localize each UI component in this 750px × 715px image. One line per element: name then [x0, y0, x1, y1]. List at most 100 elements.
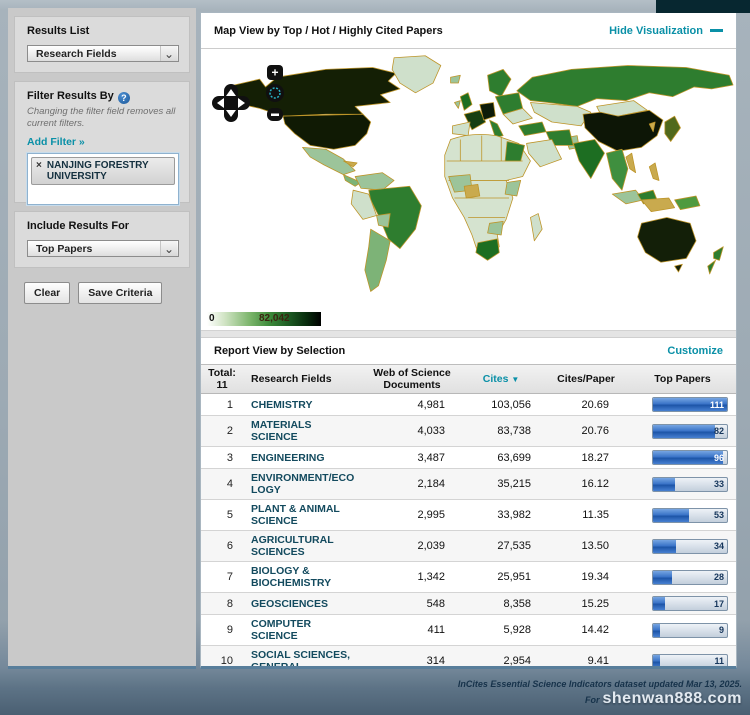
customize-link[interactable]: Customize	[667, 345, 723, 357]
map-region-southern-africa[interactable]	[488, 221, 504, 235]
column-header-top-papers[interactable]: Top Papers	[629, 373, 736, 385]
add-filter-link[interactable]: Add Filter »	[27, 136, 179, 148]
hide-visualization-link[interactable]: Hide Visualization	[609, 25, 723, 37]
zoom-out-icon[interactable]	[271, 114, 279, 117]
top-papers-bar: 96	[652, 450, 728, 465]
remove-filter-icon[interactable]: ×	[36, 160, 42, 171]
map-region-indonesia[interactable]	[641, 198, 674, 212]
row-field-link[interactable]: BIOLOGY & BIOCHEMISTRY	[243, 565, 365, 589]
sidebar: Results List Research Fields ⌄ Filter Re…	[8, 8, 196, 669]
include-results-label: Include Results For	[27, 220, 179, 232]
top-papers-bar-fill	[653, 655, 660, 667]
row-cites-per-paper-value: 9.41	[543, 655, 629, 666]
table-row: 9 COMPUTER SCIENCE 411 5,928 14.42 9	[201, 615, 736, 646]
row-top-papers-cell: 17	[629, 596, 736, 611]
map-pan-control[interactable]	[211, 83, 251, 123]
include-results-section: Include Results For Top Papers ⌄	[14, 211, 190, 268]
divider	[201, 330, 736, 338]
map-region-philippines[interactable]	[649, 163, 659, 181]
row-rank: 8	[201, 598, 243, 610]
map-region-malaysia[interactable]	[612, 190, 643, 204]
map-region-madagascar[interactable]	[530, 214, 542, 241]
map-region-nigeria[interactable]	[464, 184, 480, 198]
row-field-link[interactable]: CHEMISTRY	[243, 399, 365, 411]
top-papers-bar: 34	[652, 539, 728, 554]
row-field-link[interactable]: PLANT & ANIMAL SCIENCE	[243, 503, 365, 527]
table-row: 5 PLANT & ANIMAL SCIENCE 2,995 33,982 11…	[201, 500, 736, 531]
save-criteria-button[interactable]: Save Criteria	[78, 282, 162, 304]
row-field-link[interactable]: ENVIRONMENT/ECOLOGY	[243, 472, 365, 496]
table-row: 8 GEOSCIENCES 548 8,358 15.25 17	[201, 593, 736, 615]
top-papers-bar-fill	[653, 451, 723, 464]
map-region-uk[interactable]	[460, 93, 472, 111]
row-top-papers-cell: 33	[629, 477, 736, 492]
row-field-link[interactable]: COMPUTER SCIENCE	[243, 618, 365, 642]
row-cites-per-paper-value: 20.76	[543, 425, 629, 437]
map-zoom-control[interactable]: +	[265, 65, 285, 123]
row-rank: 5	[201, 509, 243, 521]
row-field-link[interactable]: MATERIALS SCIENCE	[243, 419, 365, 443]
map-controls: +	[211, 59, 285, 128]
filter-section: Filter Results By? Changing the filter f…	[14, 81, 190, 203]
column-header-wos-documents[interactable]: Web of Science Documents	[365, 367, 459, 391]
row-documents-value: 411	[365, 624, 459, 636]
filter-note: Changing the filter field removes all cu…	[27, 106, 179, 130]
row-cites-per-paper-value: 13.50	[543, 540, 629, 552]
map-region-south-africa[interactable]	[476, 239, 499, 260]
map-area: +	[201, 49, 736, 309]
row-documents-value: 548	[365, 598, 459, 610]
clear-button[interactable]: Clear	[24, 282, 70, 304]
map-region-usa[interactable]	[283, 114, 371, 149]
active-filters-box[interactable]: × NANJING FORESTRY UNIVERSITY	[27, 153, 179, 205]
map-region-east-africa[interactable]	[505, 180, 521, 196]
top-papers-bar: 28	[652, 570, 728, 585]
help-icon[interactable]: ?	[118, 92, 130, 104]
row-rank: 2	[201, 425, 243, 437]
column-header-cites-sort[interactable]: Cites ▼	[459, 373, 543, 386]
row-top-papers-cell: 53	[629, 508, 736, 523]
row-rank: 4	[201, 478, 243, 490]
map-region-ireland[interactable]	[454, 101, 460, 109]
world-map[interactable]	[209, 51, 735, 306]
map-region-scandinavia[interactable]	[488, 69, 511, 96]
map-region-greenland[interactable]	[392, 56, 441, 93]
row-field-link[interactable]: GEOSCIENCES	[243, 598, 365, 610]
include-results-dropdown[interactable]: Top Papers ⌄	[27, 240, 179, 257]
map-region-mexico[interactable]	[303, 147, 356, 174]
row-rank: 10	[201, 655, 243, 666]
dataset-updated-note: InCites Essential Science Indicators dat…	[0, 679, 742, 690]
table-row: 3 ENGINEERING 3,487 63,699 18.27 96	[201, 447, 736, 469]
map-region-iceland[interactable]	[451, 75, 461, 83]
map-region-southeast-asia[interactable]	[606, 149, 627, 190]
row-top-papers-cell: 11	[629, 654, 736, 667]
map-region-russia[interactable]	[517, 66, 733, 107]
table-header-row: Total: 11 Research Fields Web of Science…	[201, 364, 736, 394]
column-header-cites-per-paper[interactable]: Cites/Paper	[543, 373, 629, 385]
row-documents-value: 4,981	[365, 399, 459, 411]
row-field-link[interactable]: ENGINEERING	[243, 452, 365, 464]
map-region-india[interactable]	[573, 140, 604, 179]
filter-chip-nanjing-forestry[interactable]: × NANJING FORESTRY UNIVERSITY	[31, 157, 175, 185]
results-list-dropdown[interactable]: Research Fields ⌄	[27, 45, 179, 62]
map-region-turkey[interactable]	[519, 122, 546, 136]
map-region-argentina-chile[interactable]	[365, 229, 390, 291]
map-region-tasmania[interactable]	[675, 264, 683, 272]
map-region-spain[interactable]	[453, 122, 471, 136]
column-header-research-fields[interactable]: Research Fields	[243, 373, 365, 385]
top-papers-value: 11	[714, 656, 724, 666]
map-region-egypt[interactable]	[505, 141, 524, 160]
map-region-bolivia[interactable]	[377, 214, 391, 228]
sort-descending-icon: ▼	[511, 375, 519, 384]
map-legend: 0 82,042	[201, 309, 736, 330]
row-cites-value: 83,738	[459, 425, 543, 437]
map-region-new-zealand[interactable]	[708, 247, 724, 274]
report-title: Report View by Selection	[214, 345, 345, 357]
map-region-colombia-venezuela[interactable]	[355, 173, 394, 191]
row-field-link[interactable]: SOCIAL SCIENCES, GENERAL	[243, 649, 365, 666]
row-field-link[interactable]: AGRICULTURAL SCIENCES	[243, 534, 365, 558]
map-region-australia[interactable]	[638, 217, 696, 262]
column-header-total: Total: 11	[201, 367, 243, 391]
map-region-papua-new-guinea[interactable]	[675, 196, 700, 210]
map-region-japan[interactable]	[665, 116, 681, 141]
zoom-in-icon[interactable]: +	[272, 66, 279, 80]
